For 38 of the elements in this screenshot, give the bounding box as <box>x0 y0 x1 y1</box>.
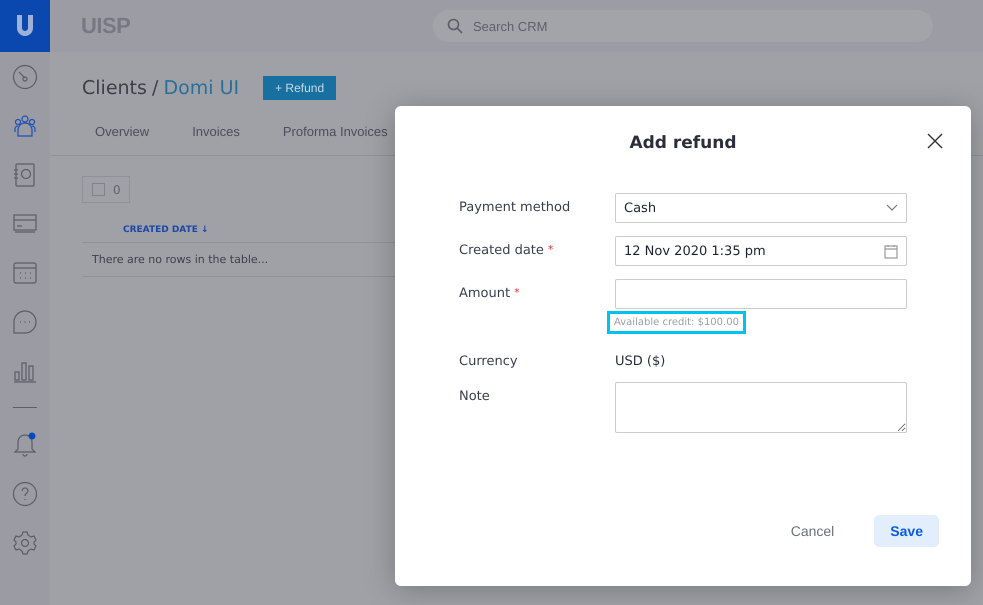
calendar-icon <box>884 244 898 258</box>
chat-icon[interactable] <box>12 308 38 334</box>
close-button[interactable] <box>927 133 943 149</box>
users-icon[interactable] <box>12 114 38 138</box>
cancel-button[interactable]: Cancel <box>774 515 850 547</box>
gauge-icon[interactable] <box>12 64 38 90</box>
refund-button[interactable]: + Refund <box>263 76 336 100</box>
field-label: Payment method <box>459 199 572 217</box>
required-mark: * <box>514 286 520 299</box>
save-button[interactable]: Save <box>874 515 939 547</box>
field-label: Note <box>459 388 491 406</box>
currency-value: USD ($) <box>615 353 666 369</box>
field-label: Created date * <box>459 242 554 260</box>
amount-field[interactable] <box>615 279 907 309</box>
required-mark: * <box>548 243 554 256</box>
tab[interactable]: Invoices <box>171 124 262 139</box>
client-link[interactable]: Domi UI <box>164 77 240 99</box>
payment-method-select[interactable]: Cash <box>615 193 907 223</box>
note-field[interactable] <box>615 382 907 433</box>
card-icon[interactable] <box>12 212 38 234</box>
tab[interactable]: Overview <box>74 124 172 139</box>
dialog-title: Add refund <box>629 133 737 153</box>
select-all-toggle[interactable]: 0 <box>82 176 130 203</box>
column-header[interactable]: CREATED DATE ↓ <box>123 225 209 235</box>
field-label: Amount * <box>459 285 521 303</box>
search-icon <box>447 18 463 34</box>
help-icon[interactable] <box>12 480 38 506</box>
date-field[interactable]: 12 Nov 2020 1:35 pm <box>615 236 907 266</box>
bell-icon[interactable] <box>12 432 38 458</box>
chevron-down-icon <box>886 204 898 212</box>
field-label: Currency <box>459 353 519 369</box>
calendar-icon[interactable] <box>12 260 38 284</box>
settings-icon[interactable] <box>12 530 38 556</box>
search-field[interactable]: Search CRM <box>433 10 933 42</box>
tab[interactable]: Proforma Invoices <box>262 124 410 139</box>
available-credit-hint: Available credit: $100.00 <box>607 311 746 334</box>
breadcrumb-text: Clients <box>82 77 147 99</box>
breadcrumb-separator: / <box>152 77 158 99</box>
